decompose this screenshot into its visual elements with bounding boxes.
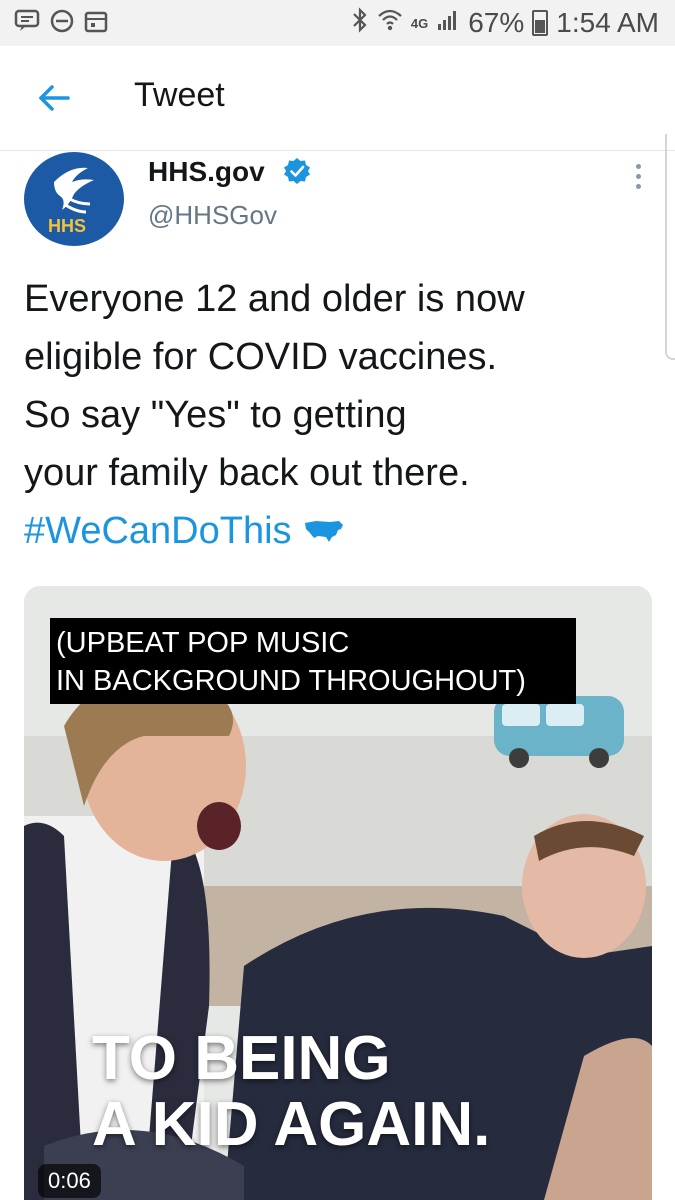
overlay-line: TO BEING bbox=[92, 1024, 391, 1093]
video-timestamp: 0:06 bbox=[38, 1164, 101, 1198]
avatar-label: HHS bbox=[48, 216, 87, 236]
status-bar: 4G 67% 1:54 AM bbox=[0, 0, 675, 46]
message-icon bbox=[14, 9, 40, 38]
caption-line: (UPBEAT POP MUSIC bbox=[56, 627, 350, 659]
battery-percent: 67% bbox=[468, 7, 525, 38]
hashtag-line: #WeCanDoThis bbox=[24, 502, 634, 560]
avatar[interactable]: HHS bbox=[24, 152, 124, 246]
do-not-disturb-icon bbox=[50, 9, 74, 38]
hashtag-link[interactable]: #WeCanDoThis bbox=[24, 502, 292, 560]
dot bbox=[635, 163, 641, 169]
calendar-icon bbox=[84, 9, 108, 38]
more-options-button[interactable] bbox=[624, 156, 652, 196]
video-caption: (UPBEAT POP MUSIC IN BACKGROUND THROUGHO… bbox=[50, 618, 576, 704]
battery-icon bbox=[532, 10, 549, 36]
author-handle[interactable]: @HHSGov bbox=[148, 200, 277, 231]
back-button[interactable] bbox=[30, 76, 78, 120]
scroll-indicator bbox=[665, 134, 675, 360]
verified-badge-icon bbox=[282, 156, 312, 191]
clock: 1:54 AM bbox=[556, 7, 659, 38]
signal-icon bbox=[436, 7, 460, 39]
us-map-icon bbox=[304, 521, 343, 542]
tweet-line: Everyone 12 and older is now bbox=[24, 278, 525, 320]
tweet-line: your family back out there. bbox=[24, 452, 470, 494]
bluetooth-icon bbox=[351, 6, 369, 40]
caption-line: IN BACKGROUND THROUGHOUT) bbox=[56, 665, 526, 697]
overlay-line: A KID AGAIN. bbox=[92, 1090, 491, 1159]
status-left-icons bbox=[0, 9, 108, 38]
tweet-text: Everyone 12 and older is now eligible fo… bbox=[24, 270, 634, 560]
tweet-author: HHS HHS.gov @HHSGov bbox=[24, 148, 644, 248]
tweet-line: eligible for COVID vaccines. bbox=[24, 336, 498, 378]
status-right-icons: 4G 67% 1:54 AM bbox=[351, 6, 675, 40]
network-4g-icon: 4G bbox=[410, 15, 429, 31]
tweet-line: So say "Yes" to getting bbox=[24, 394, 407, 436]
dot bbox=[635, 173, 641, 179]
wifi-icon bbox=[377, 7, 403, 39]
video-player[interactable]: (UPBEAT POP MUSIC IN BACKGROUND THROUGHO… bbox=[24, 586, 652, 1200]
video-overlay-text: TO BEING A KID AGAIN. bbox=[92, 1026, 490, 1158]
app-header: Tweet bbox=[0, 46, 675, 151]
author-display-name[interactable]: HHS.gov bbox=[148, 156, 265, 188]
dot bbox=[635, 183, 641, 189]
arrow-left-icon bbox=[39, 85, 70, 111]
page-title: Tweet bbox=[134, 76, 225, 114]
